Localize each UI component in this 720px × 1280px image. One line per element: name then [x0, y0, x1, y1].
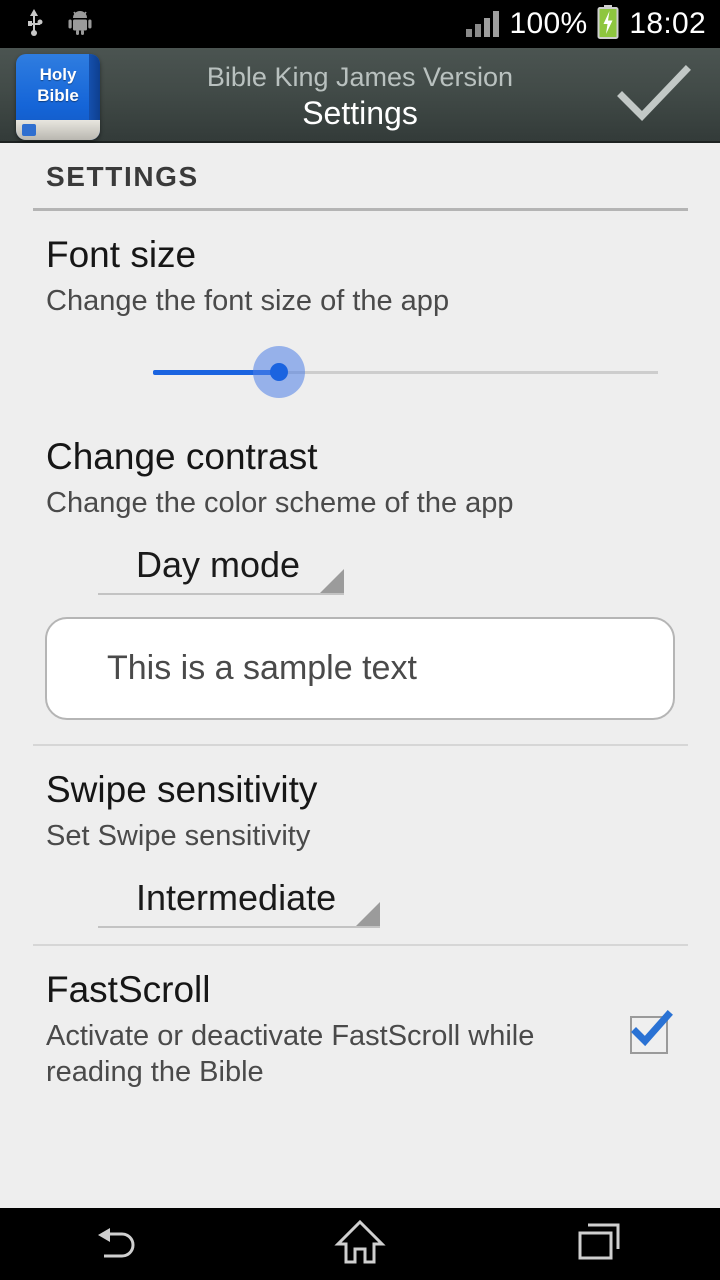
back-arrow-icon: [92, 1220, 148, 1269]
checkmark-icon: [631, 1010, 673, 1047]
action-bar-title: Settings: [302, 94, 418, 131]
signal-bars-icon: [466, 11, 500, 37]
preference-title: Change contrast: [46, 436, 318, 477]
clock-label: 18:02: [629, 7, 706, 40]
preference-summary: Set Swipe sensitivity: [46, 820, 311, 852]
app-icon-holy-bible[interactable]: Holy Bible: [16, 54, 100, 140]
contrast-mode-spinner[interactable]: Day mode: [98, 543, 345, 595]
battery-charging-icon: [597, 4, 619, 44]
chevron-down-icon: [320, 569, 345, 593]
preference-font-size[interactable]: Font size Change the font size of the ap…: [0, 211, 720, 413]
nav-recents-button[interactable]: [480, 1208, 720, 1280]
spinner-underline: [98, 593, 345, 595]
status-bar-left-icons: [0, 7, 94, 42]
slider-thumb[interactable]: [253, 346, 305, 398]
book-pages: [16, 120, 100, 140]
fastscroll-checkbox[interactable]: [626, 1010, 674, 1058]
preference-summary: Activate or deactivate FastScroll while …: [46, 1020, 535, 1088]
action-bar-subtitle: Bible King James Version: [206, 61, 514, 92]
preference-swipe-sensitivity[interactable]: Swipe sensitivity Set Swipe sensitivity …: [0, 746, 720, 928]
chevron-down-icon: [356, 902, 381, 926]
usb-icon: [24, 7, 44, 42]
preference-summary: Change the color scheme of the app: [46, 487, 514, 519]
spinner-underline: [98, 926, 381, 928]
android-robot-icon: [66, 8, 94, 41]
section-header: SETTINGS: [0, 143, 720, 193]
section-header-label: SETTINGS: [46, 161, 199, 192]
app-icon-label-line2: Bible: [37, 86, 79, 105]
recent-apps-icon: [574, 1219, 626, 1270]
nav-back-button[interactable]: [0, 1208, 240, 1280]
action-bar: Holy Bible Bible King James Version Sett…: [0, 48, 720, 143]
preference-fastscroll[interactable]: FastScroll Activate or deactivate FastSc…: [0, 946, 720, 1090]
sample-text-box: This is a sample text: [45, 617, 675, 720]
nav-home-button[interactable]: [240, 1208, 480, 1280]
preference-title: FastScroll: [46, 969, 211, 1010]
preference-title: Swipe sensitivity: [46, 769, 318, 810]
preference-summary: Change the font size of the app: [46, 285, 450, 317]
app-icon-label-line1: Holy: [39, 65, 77, 84]
preference-change-contrast[interactable]: Change contrast Change the color scheme …: [0, 413, 720, 595]
action-bar-titles: Bible King James Version Settings: [130, 48, 590, 143]
confirm-button[interactable]: [606, 48, 702, 143]
status-bar: 100% 18:02: [0, 0, 720, 48]
checkmark-icon: [616, 62, 692, 129]
font-size-slider[interactable]: [46, 333, 674, 413]
swipe-sensitivity-spinner[interactable]: Intermediate: [98, 876, 381, 928]
contrast-mode-value: Day mode: [136, 544, 301, 585]
preference-title: Font size: [46, 234, 197, 275]
home-icon: [334, 1218, 386, 1271]
status-bar-right-icons: 100% 18:02: [466, 4, 720, 44]
sample-text-label: This is a sample text: [107, 649, 417, 687]
swipe-sensitivity-value: Intermediate: [136, 877, 337, 918]
navigation-bar: [0, 1208, 720, 1280]
battery-percent-label: 100%: [509, 7, 588, 40]
settings-content: SETTINGS Font size Change the font size …: [0, 143, 720, 1208]
app-icon-label: Holy Bible: [16, 64, 100, 106]
